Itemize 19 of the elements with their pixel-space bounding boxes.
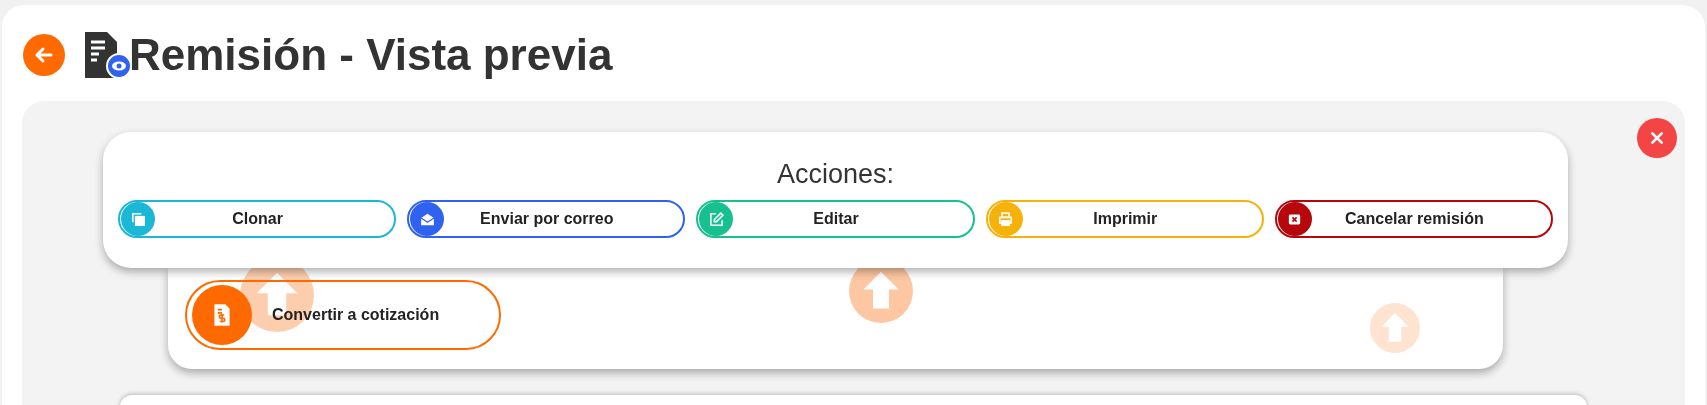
print-button[interactable]: Imprimir [985, 200, 1264, 238]
actions-title: Acciones: [775, 161, 896, 188]
convert-button[interactable]: Convertir a cotización [185, 280, 501, 350]
invoice-icon [192, 285, 252, 345]
mail-icon [410, 202, 445, 236]
cancel-icon [1277, 202, 1312, 236]
print-icon [988, 202, 1023, 236]
clone-button[interactable]: Clonar [118, 200, 397, 238]
document-preview-icon [83, 30, 133, 80]
close-button[interactable] [1637, 118, 1677, 158]
edit-button[interactable]: Editar [696, 200, 975, 238]
page-title: Remisión - Vista previa [129, 33, 613, 77]
mail-button[interactable]: Enviar por correo [407, 200, 686, 238]
cancel-button[interactable]: Cancelar remisión [1274, 200, 1553, 238]
arrow-up-icon [1370, 303, 1420, 353]
edit-icon [699, 202, 734, 236]
close-icon [1649, 130, 1665, 146]
clone-icon [121, 202, 155, 236]
back-button[interactable] [23, 34, 65, 76]
